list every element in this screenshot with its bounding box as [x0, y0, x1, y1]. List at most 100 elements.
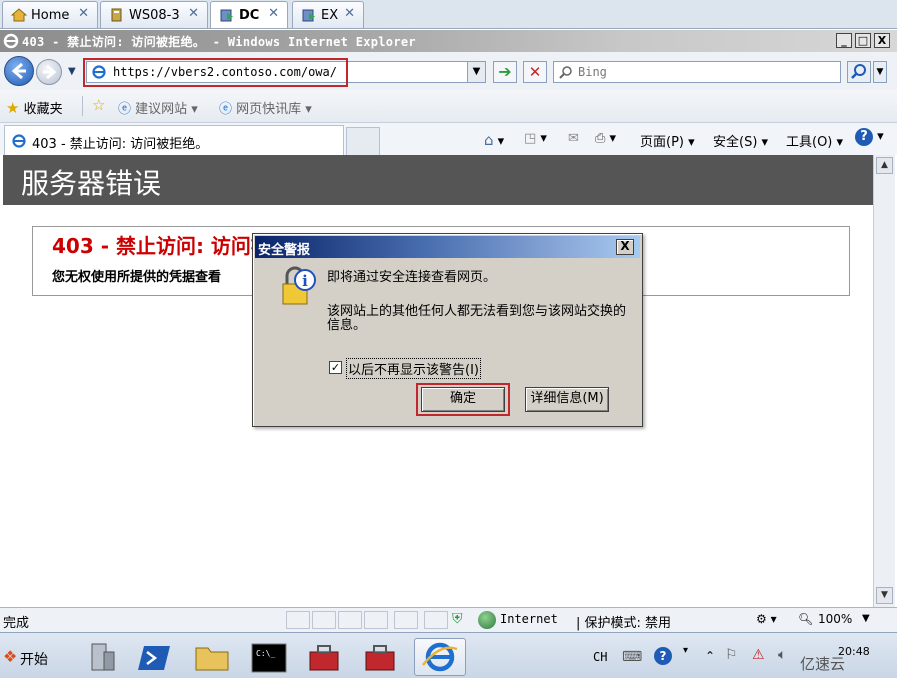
windows-logo-icon: ❖	[3, 647, 18, 666]
svg-text:C:\_: C:\_	[256, 649, 275, 658]
toolbox-icon	[309, 645, 339, 671]
vm-tab-dc[interactable]: DC ✕	[210, 1, 288, 28]
suggested-sites-link[interactable]: ⓔ 建议网站 ▾	[118, 98, 198, 117]
input-language-indicator[interactable]: CH	[593, 650, 607, 664]
server-manager-icon	[91, 643, 115, 671]
forward-button[interactable]	[36, 59, 62, 85]
dialog-message-line1: 即将通过安全连接查看网页。	[327, 270, 497, 285]
zoom-level[interactable]: 100%	[818, 612, 852, 626]
taskbar-ie-button[interactable]	[414, 638, 466, 676]
search-options-dropdown-icon[interactable]: ▼	[873, 61, 887, 83]
vertical-scrollbar[interactable]: ▲ ▼	[873, 155, 895, 607]
taskbar-server-manager-button[interactable]	[76, 638, 128, 676]
safety-menu[interactable]: 安全(S) ▾	[713, 131, 768, 150]
status-cell	[312, 611, 336, 629]
vm-running-icon	[302, 9, 315, 22]
tab-title: 403 - 禁止访问: 访问被拒绝。	[32, 137, 209, 152]
web-slice-gallery-link[interactable]: ⓔ 网页快讯库 ▾	[219, 98, 312, 117]
vm-tab-label: DC	[239, 7, 260, 23]
vm-tab-home[interactable]: Home ✕	[2, 1, 98, 28]
tray-options-icon[interactable]: ▾	[683, 645, 688, 656]
compat-view-button[interactable]: ⚙ ▾	[756, 612, 777, 626]
scroll-down-icon[interactable]: ▼	[876, 587, 893, 604]
recent-pages-dropdown-icon[interactable]: ▼	[68, 66, 76, 77]
minimize-button[interactable]: _	[836, 33, 852, 48]
status-cell	[286, 611, 310, 629]
vm-tab-ex[interactable]: EX ✕	[292, 1, 364, 28]
protected-mode-status[interactable]: | 保护模式: 禁用	[576, 612, 671, 631]
rss-feed-icon: ◳	[524, 131, 537, 146]
more-info-button[interactable]: 详细信息(M)	[525, 387, 609, 412]
vm-tab-ws08-3[interactable]: WS08-3 ✕	[100, 1, 208, 28]
window-title-bar: 403 - 禁止访问: 访问被拒绝。 - Windows Internet Ex…	[0, 30, 897, 52]
close-icon[interactable]: ✕	[268, 6, 279, 21]
home-button[interactable]: ⌂ ▾	[484, 131, 504, 149]
add-favorite-icon[interactable]: ☆	[92, 96, 105, 114]
security-status-icon[interactable]: ⛨	[452, 611, 463, 627]
ie-logo-icon	[3, 33, 19, 49]
keyboard-icon[interactable]: ⌨	[622, 649, 642, 665]
close-button[interactable]: X	[874, 33, 890, 48]
ie-logo-icon	[422, 642, 458, 672]
vm-tab-label: EX	[321, 7, 339, 23]
vm-tab-strip: Home ✕ WS08-3 ✕ DC ✕ EX ✕	[0, 0, 897, 29]
page-ie-icon: ⓔ	[118, 102, 132, 117]
dont-show-again-checkbox[interactable]: ✓	[329, 361, 342, 374]
search-button[interactable]	[847, 61, 871, 83]
status-cell	[364, 611, 388, 629]
help-button[interactable]: ? ▾	[855, 128, 884, 146]
home-icon: ⌂	[484, 131, 494, 149]
vm-tab-label: Home	[31, 7, 70, 23]
taskbar-toolbox-button-2[interactable]	[354, 638, 406, 676]
help-icon[interactable]: ?	[654, 647, 672, 665]
stop-button[interactable]: ✕	[523, 61, 547, 83]
dialog-close-button[interactable]: X	[616, 239, 634, 255]
volume-icon[interactable]: 🔈︎	[778, 647, 786, 663]
taskbar-toolbox-button-1[interactable]	[298, 638, 350, 676]
error-description: 您无权使用所提供的凭据查看	[52, 270, 222, 285]
close-icon[interactable]: ✕	[344, 6, 355, 21]
action-center-flag-icon[interactable]: ⚐	[725, 647, 738, 663]
search-input[interactable]: Bing	[553, 61, 841, 83]
taskbar-explorer-button[interactable]	[186, 638, 238, 676]
star-icon: ★	[6, 99, 20, 117]
forward-arrow-icon	[43, 64, 57, 80]
network-warning-icon[interactable]: ⚠	[752, 647, 765, 663]
web-slice-gallery-label: 网页快讯库 ▾	[236, 102, 312, 117]
favorites-button[interactable]: ★ 收藏夹	[6, 98, 63, 117]
scroll-up-icon[interactable]: ▲	[876, 157, 893, 174]
print-button[interactable]: ⎙ ▾	[595, 131, 616, 146]
tools-menu[interactable]: 工具(O) ▾	[786, 131, 843, 150]
window-title: 403 - 禁止访问: 访问被拒绝。 - Windows Internet Ex…	[22, 35, 416, 49]
dialog-title: 安全警报	[258, 243, 311, 258]
back-button[interactable]	[4, 56, 34, 86]
security-zone[interactable]: Internet	[500, 612, 558, 626]
start-button[interactable]: ❖ 开始	[0, 643, 52, 671]
read-mail-button[interactable]: ✉	[568, 131, 579, 146]
feeds-button[interactable]: ◳ ▾	[524, 131, 547, 146]
vm-running-icon	[220, 9, 233, 22]
suggested-sites-label: 建议网站 ▾	[135, 102, 198, 117]
vm-tab-label: WS08-3	[129, 7, 180, 23]
page-menu[interactable]: 页面(P) ▾	[640, 131, 695, 150]
dialog-message-line2: 该网站上的其他任何人都无法看到您与该网站交换的信息。	[327, 304, 627, 333]
browser-tab[interactable]: 403 - 禁止访问: 访问被拒绝。	[4, 125, 344, 155]
search-icon	[559, 66, 572, 79]
dialog-title-bar: 安全警报 X	[255, 236, 640, 258]
zoom-dropdown-icon[interactable]: ▼	[862, 613, 870, 624]
status-bar: 完成 ⛨ Internet | 保护模式: 禁用 ⚙ ▾ 🔍︎ 100% ▼	[0, 607, 897, 632]
close-icon[interactable]: ✕	[188, 6, 199, 21]
taskbar-cmd-button[interactable]: C:\_	[242, 638, 294, 676]
show-hidden-icons-icon[interactable]: ⌃	[705, 649, 715, 663]
close-icon[interactable]: ✕	[78, 6, 89, 21]
zoom-icon[interactable]: 🔍︎	[798, 612, 813, 626]
address-dropdown-icon[interactable]: ▼	[467, 62, 485, 82]
go-button[interactable]: ➔	[493, 61, 517, 83]
clock[interactable]: 20:48	[838, 645, 870, 658]
dont-show-again-label[interactable]: 以后不再显示该警告(I)	[346, 358, 481, 379]
command-prompt-icon: C:\_	[251, 643, 287, 673]
taskbar-powershell-button[interactable]	[130, 638, 182, 676]
new-tab-button[interactable]	[346, 127, 380, 155]
maximize-button[interactable]: □	[855, 33, 871, 48]
page-ie-icon: ⓔ	[219, 102, 233, 117]
